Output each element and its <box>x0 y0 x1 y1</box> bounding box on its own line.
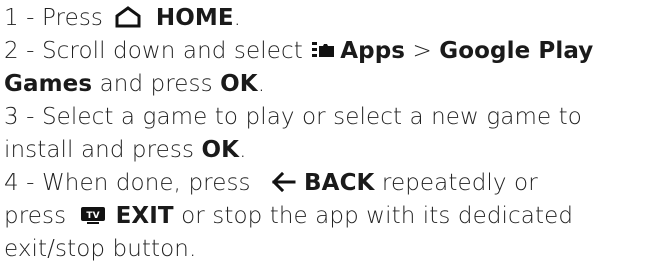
svg-text:TV: TV <box>86 211 99 221</box>
step-number: 1 - <box>4 5 35 31</box>
tv-icon: TV <box>80 205 106 225</box>
step-text: When done, press <box>41 170 251 196</box>
ok-label: OK <box>220 71 258 97</box>
step-2-cont: Games and press OK. <box>4 71 266 97</box>
step-number: 4 - <box>4 170 35 196</box>
step-1: 1 - Press HOME. <box>4 5 242 31</box>
step-text: Select a game to play or select a new ga… <box>41 104 582 130</box>
step-3: 3 - Select a game to play or select a ne… <box>4 101 654 134</box>
apps-label: Apps <box>340 38 406 64</box>
step-number: 3 - <box>4 104 35 130</box>
ok-label: OK <box>201 137 240 163</box>
google-play-label: Google Play <box>439 38 594 64</box>
back-label: BACK <box>304 170 375 196</box>
step-3-cont: install and press OK. <box>4 137 247 163</box>
step-2: 2 - Scroll down and select Apps > Google… <box>4 38 594 64</box>
step-text: Scroll down and select <box>41 38 303 64</box>
step-number: 2 - <box>4 38 35 64</box>
home-icon <box>114 5 142 29</box>
step-4-cont: press TV EXIT or stop the app with its d… <box>4 203 574 229</box>
back-arrow-icon <box>270 171 296 193</box>
exit-label: EXIT <box>115 203 174 229</box>
step-4: 4 - When done, press BACK repeatedly or <box>4 170 538 196</box>
home-label: HOME <box>155 5 234 31</box>
games-label: Games <box>4 71 93 97</box>
instruction-steps: 1 - Press HOME. 2 - Scroll down and sele… <box>0 0 658 271</box>
apps-icon <box>312 40 335 60</box>
step-4-end: exit/stop button. <box>4 236 197 262</box>
step-text: Press <box>41 5 104 31</box>
